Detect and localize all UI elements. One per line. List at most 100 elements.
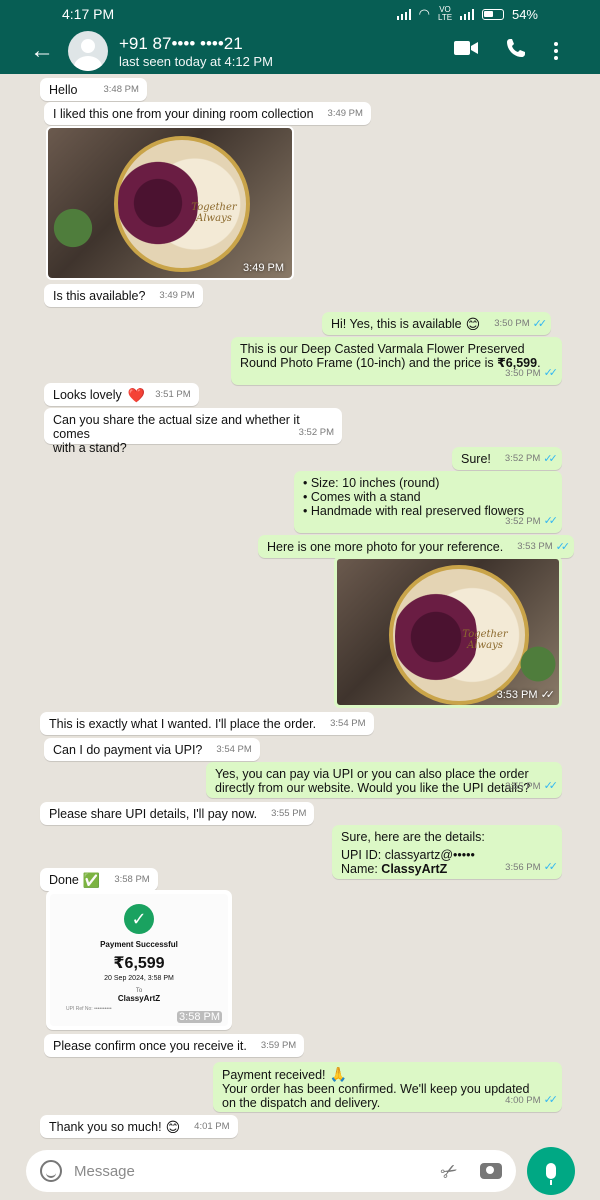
- read-ticks-icon: ✓✓: [543, 1094, 559, 1106]
- message-text: Round Photo Frame (10-inch) and the pric…: [240, 356, 498, 370]
- message-time: 3:50 PM: [505, 368, 541, 379]
- battery-icon: [481, 8, 504, 20]
- message-input[interactable]: [74, 1162, 442, 1180]
- message-incoming[interactable]: Please confirm once you receive it. 3:59…: [44, 1034, 305, 1057]
- back-arrow-icon[interactable]: ←: [22, 37, 62, 65]
- message-outgoing[interactable]: Sure, here are the details: UPI ID: clas…: [332, 825, 562, 879]
- message-text: with a stand?: [53, 441, 127, 455]
- message-text: Can I do payment via UPI?: [53, 743, 203, 757]
- wifi-icon: ◠: [418, 6, 430, 21]
- message-time: 3:55 PM: [271, 808, 307, 819]
- message-time: 3:52 PM: [505, 516, 541, 527]
- message-outgoing[interactable]: Here is one more photo for your referenc…: [258, 535, 575, 558]
- message-text: • Comes with a stand: [303, 490, 421, 504]
- chat-header: ← +91 87•••• ••••21 last seen today at 4…: [0, 28, 600, 74]
- last-seen: last seen today at 4:12 PM: [119, 53, 273, 69]
- message-text: I liked this one from your dining room c…: [53, 107, 314, 121]
- message-time: 3:49 PM: [243, 262, 284, 274]
- signal-2-icon: [459, 8, 474, 20]
- volte-label: VO LTE: [437, 5, 453, 22]
- message-incoming[interactable]: Is this available? 3:49 PM: [44, 284, 203, 307]
- message-incoming[interactable]: This is exactly what I wanted. I'll plac…: [40, 712, 374, 735]
- image-caption: Together Always: [191, 202, 237, 224]
- message-time: 3:49 PM: [327, 108, 363, 119]
- message-text: Is this available?: [53, 289, 146, 303]
- image-caption: Together Always: [462, 629, 508, 651]
- message-time: 3:58 PM: [177, 1011, 222, 1023]
- message-time: 3:48 PM: [103, 84, 139, 95]
- message-outgoing[interactable]: Payment received! 🙏 Your order has been c…: [213, 1062, 562, 1112]
- message-time: 3:52 PM: [298, 427, 334, 438]
- success-check-icon: ✓: [124, 904, 154, 934]
- read-ticks-icon: ✓✓: [543, 861, 559, 873]
- message-text: Payment received!: [222, 1068, 326, 1082]
- message-time: 3:55 PM: [505, 781, 541, 792]
- read-ticks-icon: ✓✓: [540, 689, 556, 701]
- message-text: Sure, here are the details:: [341, 830, 485, 844]
- battery-level: 54%: [511, 6, 538, 22]
- heart-emoji: ❤️: [127, 387, 146, 403]
- message-incoming[interactable]: Hello 3:48 PM: [40, 78, 147, 101]
- message-outgoing[interactable]: Yes, you can pay via UPI or you can also…: [206, 762, 562, 798]
- message-time: 3:51 PM: [155, 389, 191, 400]
- message-incoming[interactable]: Done ✅ 3:58 PM: [40, 868, 158, 891]
- payment-status: Payment Successful: [100, 940, 178, 949]
- message-time: 3:59 PM: [260, 1040, 297, 1051]
- message-text: Hello: [49, 83, 78, 97]
- upi-id: classyartz@•••••: [384, 848, 475, 862]
- message-time: 3:54 PM: [330, 718, 366, 729]
- smile-emoji: 😊: [465, 316, 481, 332]
- message-time: 4:00 PM: [505, 1095, 541, 1106]
- message-text: Sure!: [461, 452, 491, 466]
- message-text: Thank you so much!: [49, 1120, 162, 1134]
- check-emoji: ✅: [82, 872, 101, 888]
- message-outgoing[interactable]: This is our Deep Casted Varmala Flower P…: [231, 337, 562, 385]
- message-text: This is our Deep Casted Varmala Flower P…: [240, 342, 525, 356]
- smile-emoji: 😊: [165, 1119, 181, 1135]
- more-options-icon[interactable]: [554, 42, 558, 60]
- message-text: directly from our website. Would you lik…: [215, 781, 531, 795]
- contact-info[interactable]: +91 87•••• ••••21 last seen today at 4:1…: [119, 34, 454, 69]
- message-outgoing[interactable]: Sure! 3:52 PM ✓✓: [452, 447, 562, 470]
- mic-button[interactable]: [527, 1147, 575, 1195]
- message-time: 4:01 PM: [194, 1121, 230, 1132]
- message-outgoing[interactable]: • Size: 10 inches (round) • Comes with a…: [294, 471, 562, 533]
- payee-name: ClassyArtZ: [381, 862, 448, 876]
- attach-icon[interactable]: ✂: [436, 1156, 463, 1186]
- image-message[interactable]: Together Always 3:49 PM: [46, 126, 294, 280]
- pray-emoji: 🙏: [329, 1066, 347, 1082]
- status-time: 4:17 PM: [62, 6, 115, 22]
- video-call-icon[interactable]: [454, 39, 478, 63]
- payment-receipt-image[interactable]: ✓ Payment Successful ₹6,599 20 Sep 2024,…: [46, 890, 232, 1030]
- read-ticks-icon: ✓✓: [543, 453, 558, 465]
- phone-icon[interactable]: [506, 38, 526, 64]
- message-text: Please confirm once you receive it.: [53, 1039, 247, 1053]
- message-incoming[interactable]: I liked this one from your dining room c…: [44, 102, 371, 125]
- message-incoming[interactable]: Can I do payment via UPI? 3:54 PM: [44, 738, 260, 761]
- message-incoming[interactable]: Please share UPI details, I'll pay now. …: [40, 802, 315, 825]
- message-time: 3:58 PM: [114, 874, 150, 885]
- message-time: 3:49 PM: [159, 290, 195, 301]
- message-text: Done: [49, 873, 79, 887]
- message-time: 3:50 PM: [494, 318, 530, 329]
- mic-icon: [546, 1163, 556, 1185]
- message-incoming[interactable]: Looks lovely ❤️ 3:51 PM: [44, 383, 199, 406]
- image-message[interactable]: Together Always 3:53 PM ✓✓: [334, 556, 562, 708]
- read-ticks-icon: ✓✓: [543, 367, 559, 379]
- message-incoming[interactable]: Can you share the actual size and whethe…: [44, 408, 342, 455]
- message-incoming[interactable]: Thank you so much! 😊 4:01 PM: [40, 1115, 238, 1138]
- message-input-bar: ✂: [26, 1150, 516, 1192]
- payee-name: ClassyArtZ: [117, 994, 161, 1003]
- message-time: 3:53 PM: [517, 541, 553, 552]
- read-ticks-icon: ✓✓: [555, 541, 571, 553]
- message-text: Yes, you can pay via UPI or you can also…: [215, 767, 529, 781]
- avatar[interactable]: [68, 31, 108, 71]
- message-text: Looks lovely: [53, 388, 122, 402]
- emoji-icon[interactable]: [40, 1160, 62, 1182]
- chat-screen: 4:17 PM ◠ VO LTE 54% ← +91 87•••• ••••21…: [0, 0, 600, 1200]
- message-text: • Size: 10 inches (round): [303, 476, 440, 490]
- message-outgoing[interactable]: Hi! Yes, this is available 😊 3:50 PM ✓✓: [322, 312, 552, 335]
- camera-icon[interactable]: [480, 1163, 502, 1179]
- message-time: 3:56 PM: [505, 862, 541, 873]
- message-time: 3:52 PM: [504, 453, 541, 464]
